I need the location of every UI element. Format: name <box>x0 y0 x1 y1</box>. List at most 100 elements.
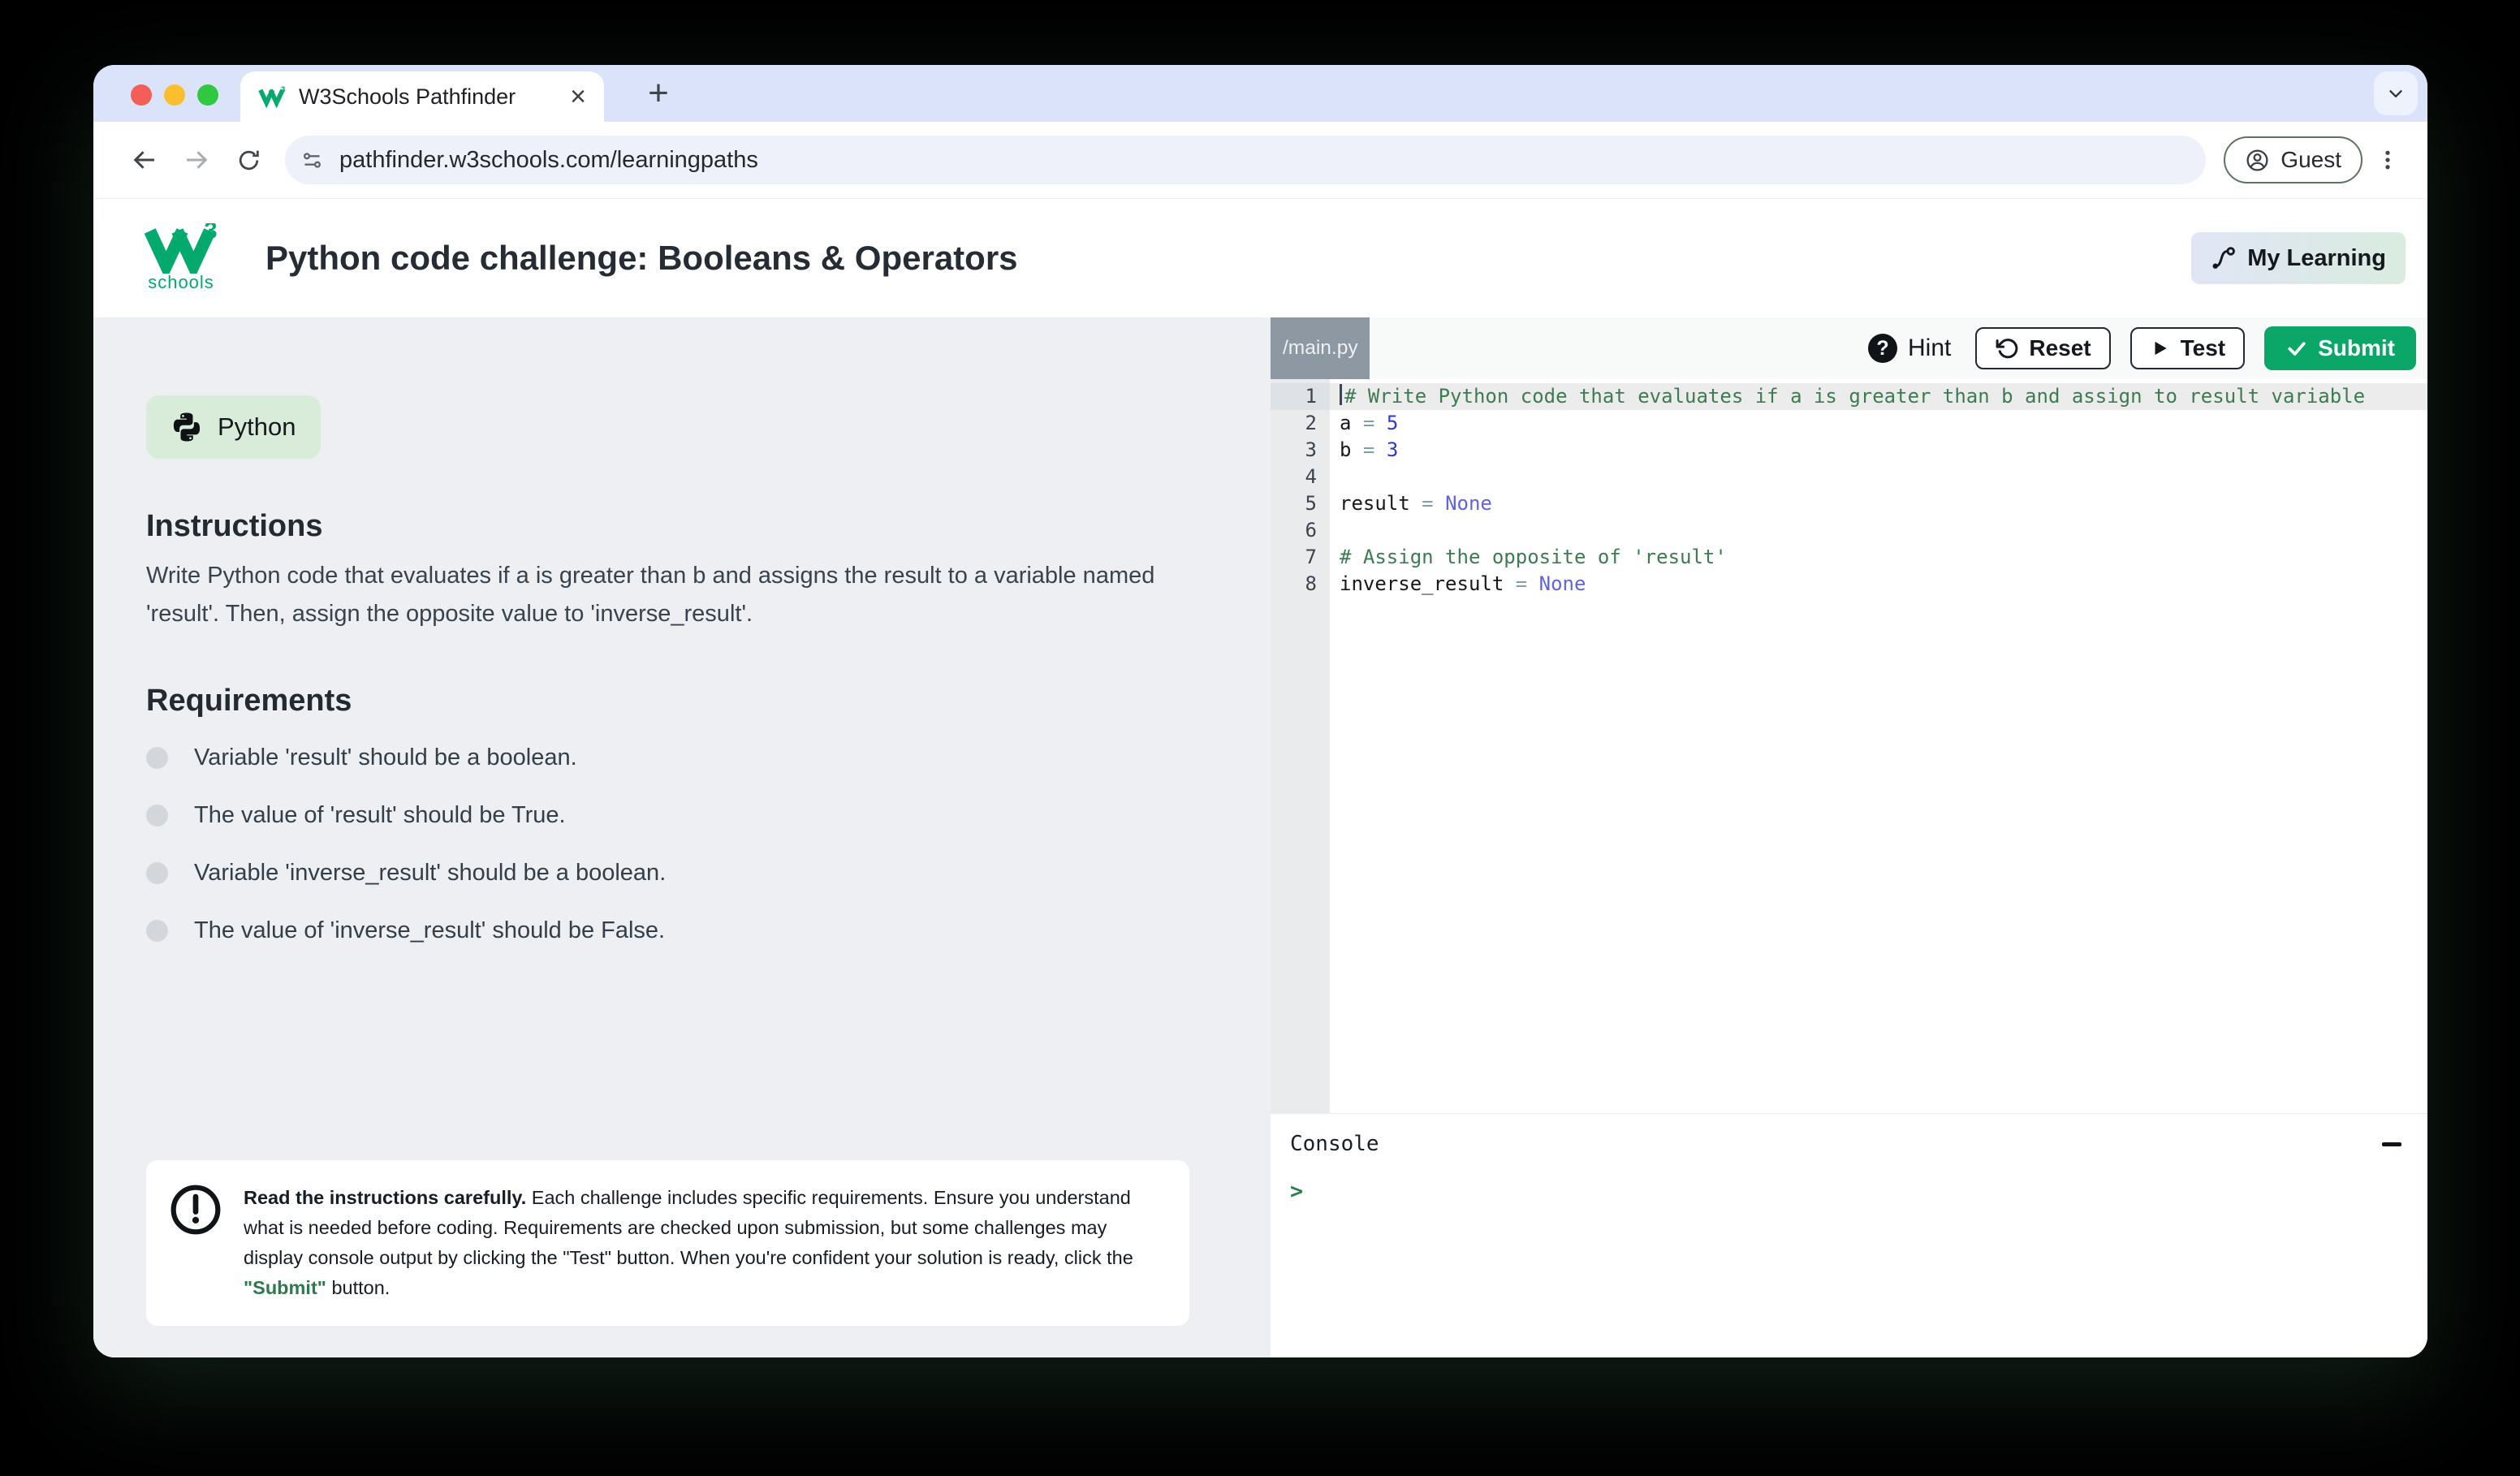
guest-button[interactable]: Guest <box>2224 136 2362 183</box>
notice-lead: Read the instructions carefully. <box>244 1187 526 1208</box>
tab-search-button[interactable] <box>2374 71 2418 115</box>
instructions-panel: Python Instructions Write Python code th… <box>93 317 1271 1357</box>
minimize-window-button[interactable] <box>164 84 185 106</box>
editor-panel: /main.py ? Hint Reset <box>1271 317 2427 1357</box>
w3schools-favicon-icon: 3 <box>258 84 286 109</box>
test-button[interactable]: Test <box>2130 327 2246 369</box>
code-editor[interactable]: 1# Write Python code that evaluates if a… <box>1271 379 2427 1113</box>
browser-tab[interactable]: 3 W3Schools Pathfinder × <box>240 71 604 122</box>
requirement-status-icon <box>146 805 168 826</box>
text-cursor <box>1340 384 1342 405</box>
file-tab[interactable]: /main.py <box>1271 317 1370 379</box>
my-learning-button[interactable]: My Learning <box>2191 232 2406 284</box>
line-number: 4 <box>1271 464 1330 490</box>
instructions-text: Write Python code that evaluates if a is… <box>146 557 1202 633</box>
requirement-text: The value of 'inverse_result' should be … <box>194 917 665 944</box>
page-title: Python code challenge: Booleans & Operat… <box>265 239 2191 278</box>
w3-logo-icon: 3 <box>144 223 218 274</box>
zoom-window-button[interactable] <box>197 84 218 106</box>
line-number: 1 <box>1271 383 1330 410</box>
requirements-list: Variable 'result' should be a boolean. T… <box>146 744 1271 944</box>
editor-actions: ? Hint Reset Test <box>1863 326 2427 370</box>
code-line[interactable]: 3b = 3 <box>1271 437 2427 464</box>
hint-button[interactable]: ? Hint <box>1863 333 1956 364</box>
window-controls <box>131 84 218 106</box>
notice-tail: button. <box>326 1277 390 1298</box>
console-panel: Console > <box>1271 1113 2427 1357</box>
reset-label: Reset <box>2029 335 2091 361</box>
requirement-item: Variable 'result' should be a boolean. <box>146 744 1271 771</box>
url-bar[interactable]: pathfinder.w3schools.com/learningpaths <box>285 136 2206 184</box>
requirements-heading: Requirements <box>146 684 1271 719</box>
requirement-text: The value of 'result' should be True. <box>194 802 566 829</box>
question-mark-icon: ? <box>1868 334 1897 363</box>
code-line[interactable]: 1# Write Python code that evaluates if a… <box>1271 383 2427 410</box>
line-number: 7 <box>1271 544 1330 571</box>
line-number: 8 <box>1271 571 1330 598</box>
line-number: 6 <box>1271 517 1330 544</box>
page-header: 3 schools Python code challenge: Boolean… <box>93 198 2427 317</box>
notice-box: Read the instructions carefully. Each ch… <box>146 1160 1189 1326</box>
browser-menu-button[interactable] <box>2367 136 2408 183</box>
w3schools-logo[interactable]: 3 schools <box>140 223 222 293</box>
forward-button[interactable] <box>173 136 220 183</box>
svg-text:3: 3 <box>281 86 286 95</box>
back-button[interactable] <box>121 136 168 183</box>
tab-close-icon[interactable]: × <box>570 83 586 110</box>
site-settings-icon[interactable] <box>300 148 325 173</box>
console-title: Console <box>1290 1132 1379 1156</box>
chevron-down-icon <box>2385 83 2406 104</box>
code-line[interactable]: 4 <box>1271 464 2427 490</box>
main-content: Python Instructions Write Python code th… <box>93 317 2427 1357</box>
reload-button[interactable] <box>225 136 272 183</box>
code-line[interactable]: 7# Assign the opposite of 'result' <box>1271 544 2427 571</box>
requirement-status-icon <box>146 862 168 884</box>
requirement-text: Variable 'inverse_result' should be a bo… <box>194 860 666 887</box>
play-icon <box>2150 338 2171 359</box>
test-label: Test <box>2181 335 2226 361</box>
line-number: 3 <box>1271 437 1330 464</box>
language-label: Python <box>218 412 296 442</box>
line-number: 5 <box>1271 490 1330 517</box>
instructions-heading: Instructions <box>146 509 1271 544</box>
desktop-background: { "browser": { "tab_title": "W3Schools P… <box>0 0 2520 1476</box>
browser-toolbar: pathfinder.w3schools.com/learningpaths G… <box>93 122 2427 198</box>
reload-icon <box>235 147 262 174</box>
forward-arrow-icon <box>182 145 211 175</box>
hint-label: Hint <box>1908 334 1951 362</box>
notice-submit-word: "Submit" <box>244 1277 326 1298</box>
reset-button[interactable]: Reset <box>1975 327 2110 369</box>
checkmark-icon <box>2285 337 2308 360</box>
guest-avatar-icon <box>2245 148 2270 173</box>
editor-toolbar: /main.py ? Hint Reset <box>1271 317 2427 379</box>
close-window-button[interactable] <box>131 84 152 106</box>
rotate-ccw-icon <box>1995 336 2019 360</box>
language-badge: Python <box>146 395 321 459</box>
requirement-item: The value of 'result' should be True. <box>146 802 1271 829</box>
requirement-status-icon <box>146 920 168 942</box>
requirement-item: Variable 'inverse_result' should be a bo… <box>146 860 1271 887</box>
console-minimize-icon[interactable] <box>2382 1142 2401 1146</box>
code-line[interactable]: 8inverse_result = None <box>1271 571 2427 598</box>
back-arrow-icon <box>130 145 159 175</box>
code-line[interactable]: 5result = None <box>1271 490 2427 517</box>
logo-schools-text: schools <box>148 272 214 293</box>
python-logo-icon <box>170 411 203 443</box>
requirement-status-icon <box>146 747 168 769</box>
line-number: 2 <box>1271 410 1330 437</box>
my-learning-label: My Learning <box>2247 245 2386 272</box>
learning-path-icon <box>2211 245 2237 271</box>
browser-window: 3 W3Schools Pathfinder × + <box>93 65 2427 1357</box>
console-prompt: > <box>1290 1179 2411 1204</box>
submit-button[interactable]: Submit <box>2264 326 2416 370</box>
requirement-item: The value of 'inverse_result' should be … <box>146 917 1271 944</box>
notice-text: Read the instructions carefully. Each ch… <box>244 1183 1167 1303</box>
guest-label: Guest <box>2281 147 2341 173</box>
browser-tab-strip: 3 W3Schools Pathfinder × + <box>93 65 2427 122</box>
alert-circle-icon <box>169 1183 222 1236</box>
requirement-text: Variable 'result' should be a boolean. <box>194 744 577 771</box>
new-tab-button[interactable]: + <box>639 73 678 112</box>
code-line[interactable]: 6 <box>1271 517 2427 544</box>
submit-label: Submit <box>2318 335 2395 361</box>
code-line[interactable]: 2a = 5 <box>1271 410 2427 437</box>
